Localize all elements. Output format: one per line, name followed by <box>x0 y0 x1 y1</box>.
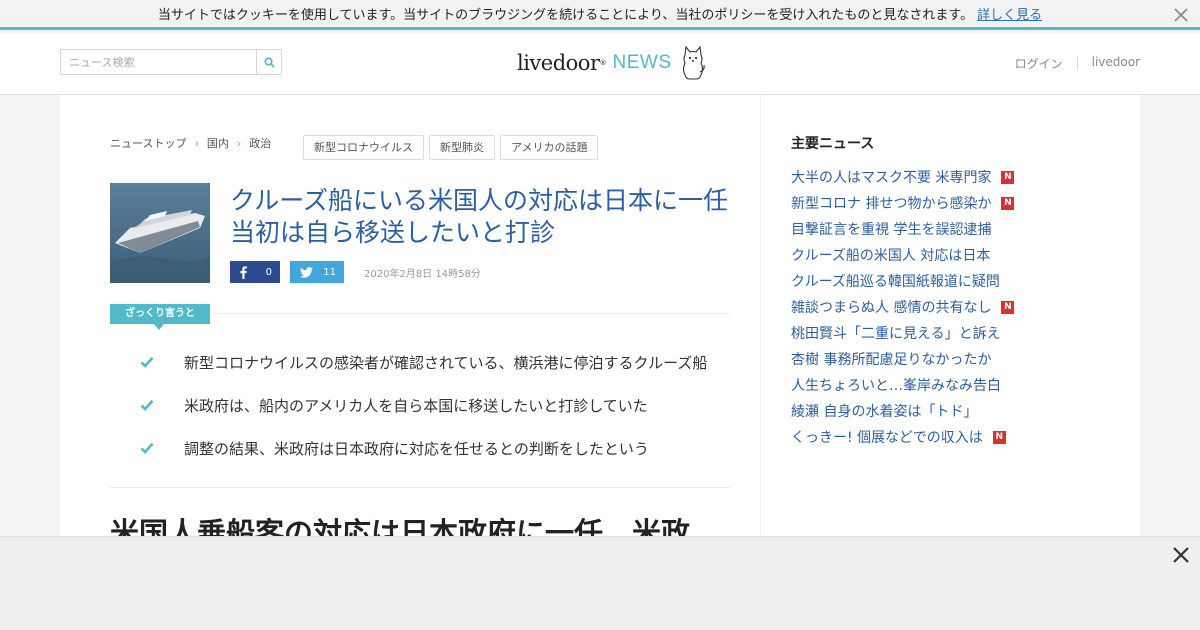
close-icon[interactable] <box>1172 6 1190 24</box>
facebook-icon <box>240 265 247 279</box>
cookie-details-link[interactable]: 詳しく見る <box>977 4 1042 23</box>
twitter-icon <box>300 266 313 278</box>
news-list-item[interactable]: クルーズ船の米国人 対応は日本 <box>791 242 1014 268</box>
topic-tags: 新型コロナウイルス 新型肺炎 アメリカの話題 <box>303 135 603 160</box>
twitter-share-count: 11 <box>323 266 336 278</box>
chevron-right-icon: › <box>236 136 242 150</box>
tag-america[interactable]: アメリカの話題 <box>500 135 599 160</box>
summary-label: ざっくり言うと <box>110 304 210 330</box>
checkmark-icon <box>140 442 154 454</box>
news-headline: クルーズ船巡る韓国紙報道に疑問 <box>791 274 1000 290</box>
breadcrumb-domestic[interactable]: 国内 <box>207 135 229 151</box>
summary-divider <box>210 313 730 314</box>
twitter-share-button[interactable]: 11 <box>290 261 344 283</box>
search-box <box>60 49 282 75</box>
facebook-share-count: 0 <box>265 266 272 278</box>
news-list-item[interactable]: 雑談つまらぬ人 感情の共有なし N <box>791 294 1015 320</box>
summary-point: 調整の結果、米政府は日本政府に対応を任せるとの判断をしたという <box>140 437 707 459</box>
article-date: 2020年2月8日 14時58分 <box>364 268 481 280</box>
search-icon <box>263 56 275 68</box>
summary-point: 新型コロナウイルスの感染者が確認されている、横浜港に停泊するクルーズ船 <box>140 351 707 373</box>
news-list-item[interactable]: 杏樹 事務所配慮足りなかったか <box>791 346 1014 372</box>
news-headline: 杏樹 事務所配慮足りなかったか <box>791 352 992 368</box>
sidebar-title: 主要ニュース <box>791 136 875 152</box>
top-news-list: 大半の人はマスク不要 米専門家 N 新型コロナ 排せつ物から感染か N 目撃証言を重視 … <box>791 164 1015 450</box>
logo-brand: livedoor <box>517 51 600 75</box>
login-link[interactable]: ログイン <box>1001 55 1077 72</box>
new-badge: N <box>1001 170 1015 184</box>
news-headline: 人生ちょろいと…峯岸みなみ告白 <box>791 378 1001 394</box>
new-badge: N <box>992 430 1006 444</box>
new-badge: N <box>1001 196 1015 210</box>
news-list-item[interactable]: くっきー! 個展などでの収入は N <box>791 424 1014 450</box>
section-divider <box>110 487 730 488</box>
summary-point-text: 調整の結果、米政府は日本政府に対応を任せるとの判断をしたという <box>184 439 649 458</box>
news-headline: 雑談つまらぬ人 感情の共有なし <box>791 300 992 316</box>
checkmark-icon <box>140 356 154 368</box>
breadcrumb: ニューストップ › 国内 › 政治 <box>110 135 271 151</box>
cookie-message: 当サイトではクッキーを使用しています。当サイトのブラウジングを続けることにより、… <box>157 8 974 23</box>
news-list-item[interactable]: 人生ちょろいと…峯岸みなみ告白 <box>791 372 1014 398</box>
summary-point-text: 新型コロナウイルスの感染者が確認されている、横浜港に停泊するクルーズ船 <box>184 353 708 372</box>
checkmark-icon <box>140 399 154 411</box>
search-input[interactable] <box>61 50 258 74</box>
tag-coronavirus[interactable]: 新型コロナウイルス <box>303 135 424 160</box>
facebook-share-button[interactable]: 0 <box>230 261 280 283</box>
ad-overlay <box>0 536 1200 630</box>
livedoor-link[interactable]: livedoor <box>1078 55 1140 72</box>
news-headline: 新型コロナ 排せつ物から感染か <box>791 196 992 212</box>
header-links: ログイン livedoor <box>1001 55 1140 72</box>
summary-point-text: 米政府は、船内のアメリカ人を自ら本国に移送したいと打診していた <box>184 396 648 415</box>
news-list-item[interactable]: 新型コロナ 排せつ物から感染か N <box>791 190 1015 216</box>
news-headline: 桃田賢斗「二重に見える」と訴え <box>791 326 1001 342</box>
news-headline: クルーズ船の米国人 対応は日本 <box>791 248 991 264</box>
news-headline: くっきー! 個展などでの収入は <box>791 430 983 446</box>
news-headline: 大半の人はマスク不要 米専門家 <box>791 170 992 186</box>
news-list-item[interactable]: 大半の人はマスク不要 米専門家 N <box>791 164 1015 190</box>
news-list-item[interactable]: 桃田賢斗「二重に見える」と訴え <box>791 320 1014 346</box>
site-header: livedoor® NEWS ログイン livedoor <box>0 33 1200 95</box>
tag-pneumonia[interactable]: 新型肺炎 <box>429 135 495 160</box>
cookie-banner: 当サイトではクッキーを使用しています。当サイトのブラウジングを続けることにより、… <box>0 0 1200 30</box>
article-thumbnail[interactable] <box>110 183 210 283</box>
share-bar: 0 11 2020年2月8日 14時58分 <box>230 261 481 283</box>
logo-product: NEWS <box>612 52 672 73</box>
news-headline: 綾瀬 自身の水着姿は「トド」 <box>791 404 978 420</box>
news-headline: 目撃証言を重視 学生を誤認逮捕 <box>791 222 992 238</box>
article-title: クルーズ船にいる米国人の対応は日本に一任 当初は自ら移送したいと打診 <box>230 186 729 247</box>
summary-points: 新型コロナウイルスの感染者が確認されている、横浜港に停泊するクルーズ船 米政府は… <box>140 351 707 480</box>
breadcrumb-top[interactable]: ニューストップ <box>110 135 186 151</box>
news-list-item[interactable]: クルーズ船巡る韓国紙報道に疑問 <box>791 268 1014 294</box>
dog-mascot-icon <box>682 45 705 80</box>
news-list-item[interactable]: 目撃証言を重視 学生を誤認逮捕 <box>791 216 1014 242</box>
close-icon[interactable] <box>1171 545 1191 565</box>
breadcrumb-politics[interactable]: 政治 <box>249 135 271 151</box>
search-button[interactable] <box>257 50 281 74</box>
new-badge: N <box>1001 300 1015 314</box>
logo-registered-mark: ® <box>599 59 607 67</box>
news-list-item[interactable]: 綾瀬 自身の水着姿は「トド」 <box>791 398 1014 424</box>
chevron-right-icon: › <box>194 136 199 150</box>
site-logo[interactable]: livedoor ® NEWS <box>517 43 706 83</box>
summary-point: 米政府は、船内のアメリカ人を自ら本国に移送したいと打診していた <box>140 394 707 416</box>
